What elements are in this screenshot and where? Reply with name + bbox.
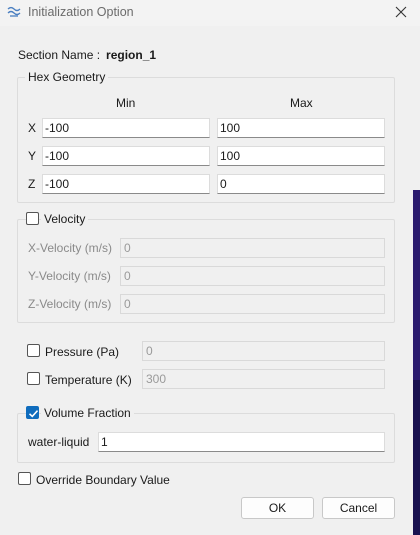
axis-label-x: X — [28, 121, 37, 135]
water-liquid-field[interactable]: 1 — [98, 432, 385, 452]
cancel-button[interactable]: Cancel — [322, 497, 395, 519]
y-velocity-field[interactable]: 0 — [120, 266, 385, 286]
hex-geometry-title: Hex Geometry — [25, 70, 109, 84]
pressure-field[interactable]: 0 — [142, 341, 385, 361]
app-icon — [7, 6, 21, 17]
z-min-field[interactable]: -100 — [42, 174, 210, 194]
axis-label-z: Z — [28, 177, 36, 191]
y-min-field[interactable]: -100 — [42, 146, 210, 166]
velocity-checkbox[interactable] — [26, 212, 39, 225]
checkmark-icon — [28, 410, 39, 418]
axis-label-y: Y — [28, 149, 37, 163]
pressure-label: Pressure (Pa) — [45, 345, 120, 359]
background-window-edge-dark — [413, 380, 420, 535]
z-max-field[interactable]: 0 — [217, 174, 385, 194]
y-velocity-label: Y-Velocity (m/s) — [28, 269, 111, 283]
section-name: Section Name : region_1 — [18, 48, 156, 62]
x-min-field[interactable]: -100 — [42, 118, 210, 138]
x-velocity-field[interactable]: 0 — [120, 238, 385, 258]
z-velocity-field[interactable]: 0 — [120, 294, 385, 314]
section-name-value: region_1 — [106, 48, 157, 62]
window-title: Initialization Option — [28, 5, 134, 19]
temperature-checkbox[interactable] — [27, 372, 40, 385]
min-header: Min — [116, 96, 136, 110]
water-liquid-label: water-liquid — [28, 435, 90, 449]
x-max-field[interactable]: 100 — [217, 118, 385, 138]
section-name-label: Section Name : — [18, 48, 101, 62]
velocity-label: Velocity — [41, 212, 89, 226]
title-bar: Initialization Option — [0, 0, 420, 26]
override-boundary-label: Override Boundary Value — [36, 473, 170, 487]
temperature-field[interactable]: 300 — [142, 369, 385, 389]
y-max-field[interactable]: 100 — [217, 146, 385, 166]
override-boundary-checkbox[interactable] — [18, 472, 31, 485]
max-header: Max — [290, 96, 313, 110]
x-velocity-label: X-Velocity (m/s) — [28, 241, 113, 255]
ok-button[interactable]: OK — [241, 497, 314, 519]
volume-fraction-label: Volume Fraction — [41, 406, 134, 420]
temperature-label: Temperature (K) — [45, 373, 132, 387]
z-velocity-label: Z-Velocity (m/s) — [28, 297, 112, 311]
close-icon[interactable] — [394, 5, 408, 19]
volume-fraction-checkbox[interactable] — [26, 406, 39, 419]
pressure-checkbox[interactable] — [27, 344, 40, 357]
